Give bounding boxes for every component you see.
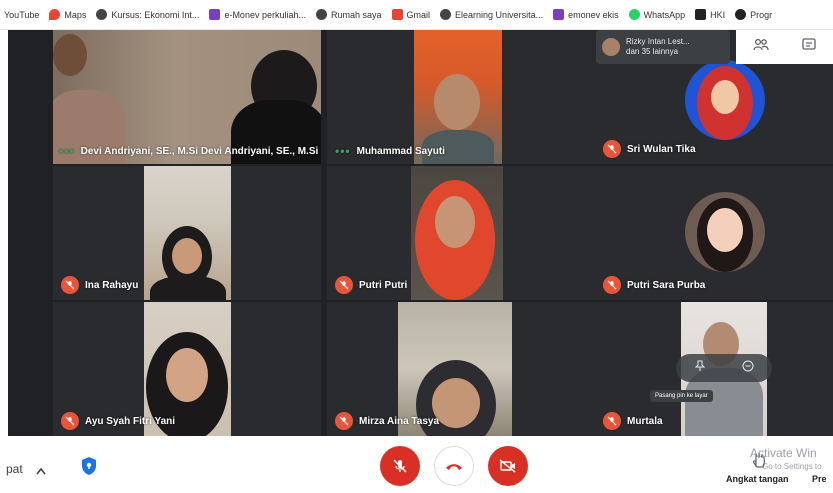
avatar (602, 38, 620, 56)
hang-up-icon (446, 464, 462, 470)
globe-icon (735, 9, 747, 20)
bookmark-label: emonev ekis (568, 9, 619, 20)
participant-name: Sri Wulan Tika (603, 140, 696, 158)
face-shape (711, 80, 739, 114)
bookmark-emonev-ekis[interactable]: emonev ekis (553, 9, 619, 20)
mic-off-icon (61, 276, 79, 294)
face-shape (435, 196, 475, 248)
participant-tile-ayu[interactable]: Ayu Syah Fitri Yani (53, 302, 321, 436)
shield-icon[interactable] (80, 456, 98, 481)
avatar (685, 192, 765, 272)
mic-off-icon (603, 412, 621, 430)
mic-off-icon (335, 412, 353, 430)
chat-icon[interactable] (802, 37, 816, 57)
face-shape (172, 238, 202, 274)
bookmark-label: YouTube (4, 9, 40, 20)
bookmark-label: Kursus: Ekonomi Int... (111, 9, 200, 20)
bookmark-label: Maps (64, 9, 87, 20)
participant-name: Murtala (603, 412, 663, 430)
meeting-details-label[interactable]: pat (6, 462, 23, 476)
bookmark-elearning[interactable]: Elearning Universita... (440, 9, 543, 20)
globe-icon (96, 9, 108, 20)
face-shape (432, 378, 480, 428)
bookmark-label: HKI (710, 9, 726, 20)
people-icon[interactable] (753, 38, 769, 56)
notification-line: dan 35 lainnya (626, 47, 679, 56)
participant-name: Putri Sara Purba (603, 276, 705, 294)
bookmark-label: WhatsApp (643, 9, 686, 20)
mic-off-icon (603, 276, 621, 294)
more-options-icon[interactable] (742, 359, 754, 377)
join-notification[interactable]: Rizky Intan Lest... dan 35 lainnya (596, 30, 730, 64)
form-icon (209, 9, 221, 20)
participant-tile-putri-sara[interactable]: Putri Sara Purba (595, 166, 833, 300)
participant-tile-muhammad[interactable]: ••• Muhammad Sayuti (327, 30, 598, 164)
globe-icon (440, 9, 452, 20)
participant-name: Ina Rahayu (61, 276, 138, 294)
bookmark-maps[interactable]: Maps (49, 9, 86, 20)
globe-icon (315, 9, 327, 20)
bookmark-progr[interactable]: Progr (735, 9, 772, 20)
mic-off-icon (61, 412, 79, 430)
bookmarks-bar: YouTube Maps Kursus: Ekonomi Int... e-Mo… (0, 0, 833, 30)
avatar (685, 60, 765, 140)
mic-off-icon (335, 276, 353, 294)
person-body (150, 276, 226, 300)
bottom-control-bar: pat Activate Win Go to Settings to Angka… (0, 436, 833, 493)
bookmark-label: Progr (750, 9, 773, 20)
participant-tile-ina[interactable]: Ina Rahayu (53, 166, 321, 300)
bookmark-label: e-Monev perkuliah... (224, 9, 306, 20)
speaking-indicator-icon: ••• (59, 144, 75, 158)
gmail-icon (391, 9, 403, 20)
hand-icon (752, 452, 766, 473)
bookmark-hki[interactable]: HKI (695, 9, 725, 20)
mic-off-icon (603, 140, 621, 158)
maps-icon (49, 9, 61, 20)
video-feed (144, 166, 231, 300)
chevron-up-icon[interactable] (36, 462, 46, 480)
participant-name: Mirza Aina Tasya (335, 412, 439, 430)
bookmark-emonev[interactable]: e-Monev perkuliah... (209, 9, 306, 20)
top-right-buttons (736, 30, 833, 64)
participant-name: ••• Devi Andriyani, SE., M.Si Devi Andri… (59, 144, 319, 158)
person-head (434, 74, 480, 130)
camera-off-icon (499, 459, 516, 473)
mic-off-icon (393, 459, 407, 473)
pin-icon[interactable] (694, 359, 705, 377)
notification-text: Rizky Intan Lest... dan 35 lainnya (626, 37, 690, 57)
bookmark-label: Gmail (406, 9, 431, 20)
windows-activation-subtitle: Go to Settings to (762, 462, 822, 471)
face-shape (707, 208, 743, 252)
participant-tile-putri-putri[interactable]: Putri Putri (327, 166, 598, 300)
bookmark-gmail[interactable]: Gmail (391, 9, 431, 20)
notification-line: Rizky Intan Lest... (626, 37, 690, 46)
person-head (53, 34, 87, 76)
pin-tooltip: Pasang pin ke layar (650, 390, 713, 402)
speaking-indicator-icon: ••• (335, 144, 351, 158)
face-shape (166, 348, 208, 402)
participant-name: Putri Putri (335, 276, 407, 294)
bookmark-label: Elearning Universita... (455, 9, 544, 20)
video-feed (411, 166, 503, 300)
present-label[interactable]: Pre (812, 474, 827, 484)
participant-name: Ayu Syah Fitri Yani (61, 412, 175, 430)
participant-name: ••• Muhammad Sayuti (335, 144, 445, 158)
raise-hand-label[interactable]: Angkat tangan (726, 474, 789, 484)
folder-icon (695, 9, 707, 20)
page-edge (0, 30, 8, 436)
bookmark-kursus[interactable]: Kursus: Ekonomi Int... (96, 9, 199, 20)
bookmark-whatsapp[interactable]: WhatsApp (628, 9, 686, 20)
participant-tile-devi[interactable]: ••• Devi Andriyani, SE., M.Si Devi Andri… (53, 30, 321, 164)
bookmark-youtube[interactable]: YouTube (4, 10, 39, 20)
tile-hover-controls (676, 354, 772, 382)
end-call-button[interactable] (434, 446, 474, 486)
whatsapp-icon (628, 9, 640, 20)
camera-toggle-button[interactable] (488, 446, 528, 486)
form-icon (553, 9, 565, 20)
participant-tile-mirza[interactable]: Mirza Aina Tasya (327, 302, 598, 436)
bookmark-label: Rumah saya (330, 9, 382, 20)
mic-toggle-button[interactable] (380, 446, 420, 486)
bookmark-rumah-saya[interactable]: Rumah saya (315, 9, 382, 20)
